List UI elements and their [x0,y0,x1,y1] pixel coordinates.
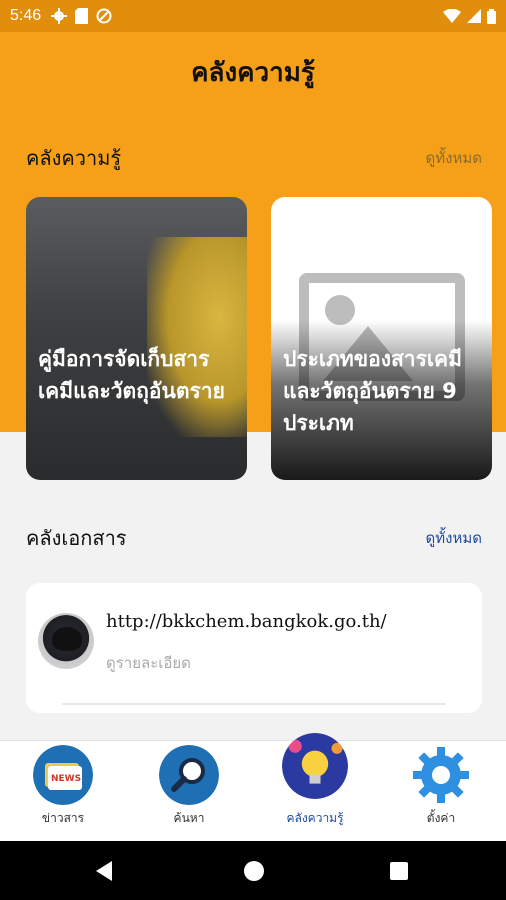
status-time: 5:46 [10,7,42,24]
recent-apps-icon[interactable] [390,862,408,880]
documents-section-header: คลังเอกสาร ดูทั้งหมด [26,522,482,554]
knowledge-section-title: คลังความรู้ [26,146,122,170]
lightbulb-icon [282,733,348,799]
gear-icon [51,8,68,24]
news-icon: NEWS [33,745,93,805]
divider [62,703,446,705]
svg-text:NEWS: NEWS [51,774,81,784]
home-icon[interactable] [244,861,264,881]
document-url[interactable]: http://bkkchem.bangkok.go.th/ [106,611,387,632]
document-item[interactable]: http://bkkchem.bangkok.go.th/ ดูรายละเอี… [26,583,482,713]
nav-label: ข่าวสาร [41,811,85,825]
nav-item-search[interactable]: ค้นหา [126,741,252,841]
knowledge-card-title: ประเภทของสารเคมีและวัตถุอันตราย 9 ประเภท [283,347,462,435]
page-title: คลังความรู้ [191,58,315,88]
knowledge-card-title: คู่มือการจัดเก็บสารเคมีและวัตถุอันตราย [38,347,225,403]
bottom-navigation: NEWS ข่าวสาร ค้นหา คลังความรู้ ตั้งค่า [0,733,506,841]
knowledge-see-all-link[interactable]: ดูทั้งหมด [426,146,482,170]
back-icon[interactable] [96,861,112,881]
system-navigation-bar [0,841,506,900]
knowledge-card[interactable]: คู่มือการจัดเก็บสารเคมีและวัตถุอันตราย [26,197,247,480]
knowledge-section-header: คลังความรู้ ดูทั้งหมด [26,142,482,174]
signal-icon [467,9,481,23]
sd-card-icon [75,8,89,24]
card-image [147,237,247,437]
nav-label: คลังความรู้ [286,811,344,825]
nav-label: ตั้งค่า [426,811,456,825]
battery-icon [487,8,496,24]
knowledge-card[interactable]: ประเภทของสารเคมีและวัตถุอันตราย 9 ประเภท [271,197,492,480]
nav-label: ค้นหา [173,811,205,825]
document-thumbnail [38,613,94,669]
nav-item-news[interactable]: NEWS ข่าวสาร [0,741,126,841]
search-icon [159,745,219,805]
wifi-icon [443,9,461,23]
no-disturb-icon [96,8,112,24]
documents-section-title: คลังเอกสาร [26,526,127,550]
status-bar: 5:46 [0,0,506,32]
nav-item-knowledge[interactable]: คลังความรู้ [252,733,378,841]
documents-see-all-link[interactable]: ดูทั้งหมด [426,526,482,550]
document-detail-link[interactable]: ดูรายละเอียด [106,651,191,675]
gear-icon [413,747,469,803]
nav-item-settings[interactable]: ตั้งค่า [378,741,504,841]
